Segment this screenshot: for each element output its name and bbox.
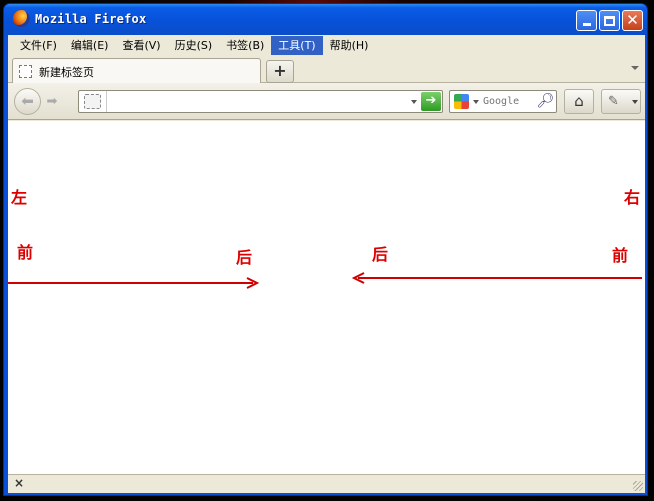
- home-icon: ⌂: [574, 92, 584, 110]
- menu-history[interactable]: 历史(S): [168, 36, 220, 55]
- tab-label: 新建标签页: [39, 66, 94, 79]
- close-button[interactable]: ✕: [622, 10, 643, 31]
- address-bar[interactable]: ➔: [78, 90, 443, 113]
- go-arrow-icon: ➔: [425, 93, 437, 108]
- home-button[interactable]: ⌂: [564, 89, 594, 114]
- window-title: Mozilla Firefox: [35, 12, 147, 26]
- forward-arrow-icon: ➡: [46, 94, 58, 109]
- menu-tools[interactable]: 工具(T): [271, 36, 323, 55]
- google-icon[interactable]: [454, 94, 469, 109]
- minimize-button[interactable]: [576, 10, 597, 31]
- addon-icon: ✎: [608, 94, 619, 109]
- new-tab-button[interactable]: +: [266, 60, 294, 83]
- status-bar: ×: [8, 474, 645, 493]
- search-magnifier-icon[interactable]: 🔎︎: [536, 92, 555, 111]
- maximize-icon: [604, 15, 615, 26]
- site-identity-icon[interactable]: [84, 94, 101, 109]
- resize-grip-icon[interactable]: [633, 481, 643, 491]
- back-forward-group: ⬅ ➡: [14, 88, 72, 115]
- label-left: 左: [11, 188, 28, 207]
- arrows-drawing: [8, 272, 642, 289]
- search-input[interactable]: [483, 94, 535, 109]
- back-arrow-icon: ⬅: [21, 92, 34, 110]
- search-bar[interactable]: 🔎︎: [449, 90, 557, 113]
- forward-button[interactable]: ➡: [42, 93, 62, 111]
- label-back-left: 后: [236, 248, 253, 267]
- minimize-icon: [582, 23, 591, 26]
- menu-file[interactable]: 文件(F): [13, 36, 64, 55]
- addon-dropdown-icon[interactable]: [632, 100, 638, 104]
- menu-edit[interactable]: 编辑(E): [64, 36, 116, 55]
- tab-strip: 新建标签页 +: [8, 56, 645, 84]
- back-button[interactable]: ⬅: [14, 88, 41, 115]
- browser-client-area: 文件(F) 编辑(E) 查看(V) 历史(S) 书签(B) 工具(T) 帮助(H…: [8, 35, 645, 493]
- tab-new-tab[interactable]: 新建标签页: [12, 58, 261, 84]
- address-separator: [106, 91, 107, 112]
- maximize-button[interactable]: [599, 10, 620, 31]
- menu-bookmarks[interactable]: 书签(B): [219, 36, 271, 55]
- menu-help[interactable]: 帮助(H): [323, 36, 376, 55]
- menu-bar: 文件(F) 编辑(E) 查看(V) 历史(S) 书签(B) 工具(T) 帮助(H…: [8, 35, 645, 56]
- label-right: 右: [624, 188, 641, 207]
- label-front-left: 前: [17, 243, 34, 262]
- tab-list-dropdown-icon[interactable]: [631, 66, 639, 70]
- navigation-toolbar: ⬅ ➡ ➔ 🔎︎ ⌂ ✎: [8, 83, 645, 120]
- page-content: 左 右 前 后 后 前: [8, 121, 645, 474]
- close-icon: ✕: [626, 11, 639, 29]
- close-findbar-icon[interactable]: ×: [14, 476, 24, 490]
- url-history-dropdown-icon[interactable]: [411, 100, 417, 104]
- title-bar[interactable]: Mozilla Firefox ✕: [4, 4, 647, 35]
- url-input[interactable]: [110, 93, 400, 110]
- search-engine-dropdown-icon[interactable]: [473, 100, 479, 104]
- desktop-background: Mozilla Firefox ✕ 文件(F) 编辑(E) 查看(V) 历史(S…: [0, 0, 654, 501]
- blank-page-icon: [19, 65, 32, 78]
- go-button[interactable]: ➔: [421, 92, 441, 111]
- addon-button[interactable]: ✎: [601, 89, 641, 114]
- firefox-logo-icon[interactable]: [13, 10, 30, 27]
- label-front-right: 前: [612, 246, 629, 265]
- menu-view[interactable]: 查看(V): [115, 36, 167, 55]
- label-back-right: 后: [372, 245, 389, 264]
- firefox-window: Mozilla Firefox ✕ 文件(F) 编辑(E) 查看(V) 历史(S…: [3, 3, 648, 496]
